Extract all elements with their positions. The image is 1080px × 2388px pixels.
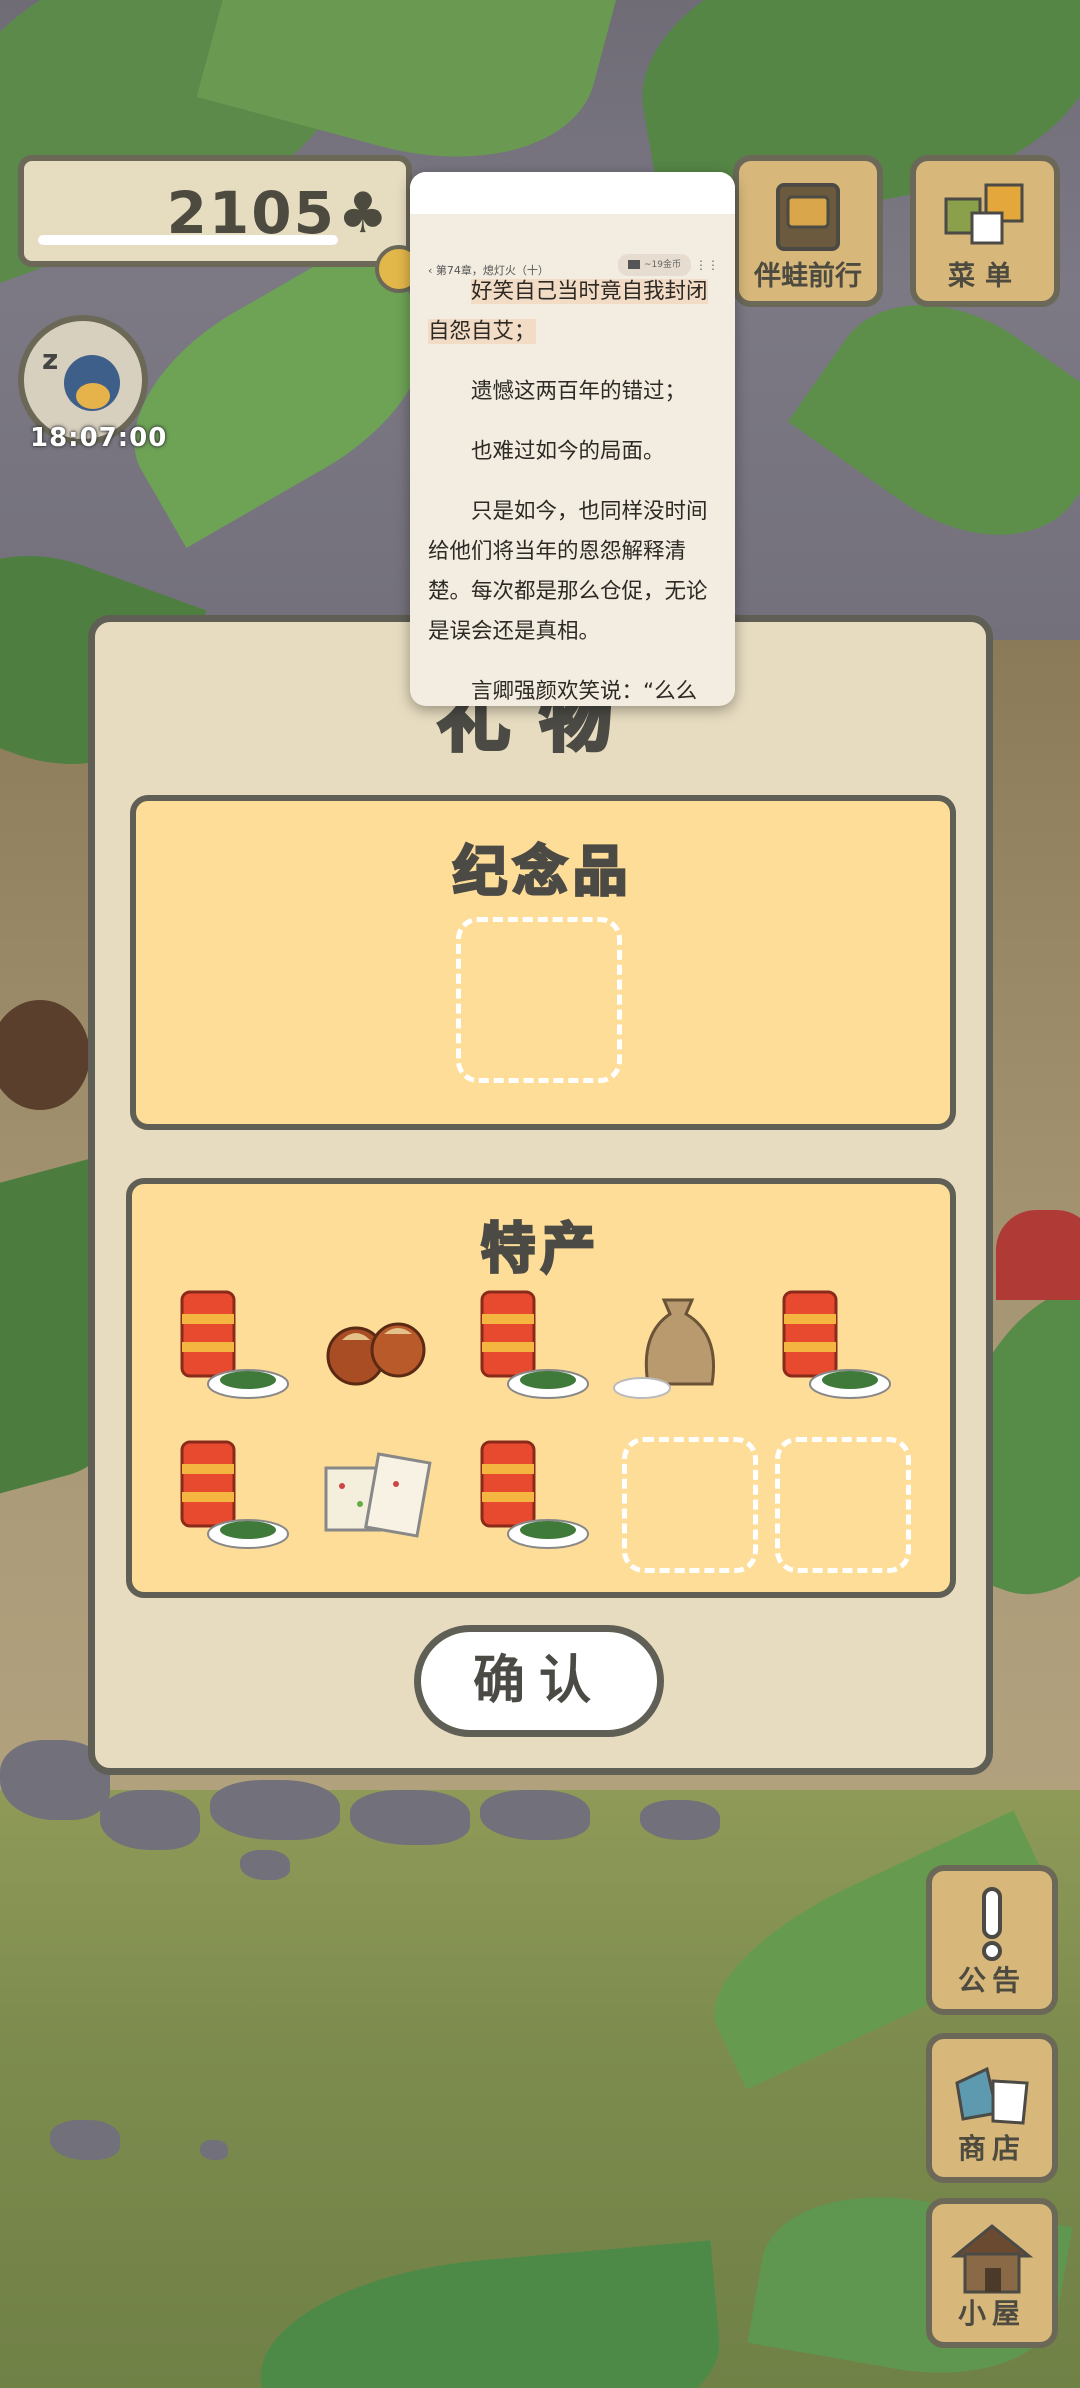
souvenir-slot[interactable]: [456, 917, 622, 1083]
reader-text: 好笑自己当时竟自我封闭自怨自艾； 遗憾这两百年的错过； 也难过如今的局面。 只是…: [428, 272, 721, 706]
specialty-item-lantern-and-greens[interactable]: [462, 1434, 592, 1564]
house-icon: [950, 2224, 1034, 2294]
coin-icon: [628, 260, 640, 269]
specialty-item-chestnuts[interactable]: [312, 1284, 442, 1414]
specialty-item-lantern-and-greens[interactable]: [162, 1284, 292, 1414]
rock: [200, 2140, 228, 2160]
clover-counter: 2105 ♣: [18, 155, 412, 267]
specialty-item-lantern-and-greens[interactable]: [764, 1284, 894, 1414]
house-label: 小屋: [957, 2297, 1026, 2330]
sleep-icon: z: [42, 343, 59, 376]
coin-text: ~19金币: [644, 260, 681, 270]
companion-button[interactable]: 伴蛙前行: [733, 155, 883, 307]
souvenir-section: 纪念品: [130, 795, 956, 1130]
paragraph: 只是如今，也同样没时间给他们将当年的恩怨解释清楚。每次都是那么仓促，无论是误会还…: [428, 499, 708, 644]
clover-icon: ♣: [337, 181, 388, 246]
floating-reader-window[interactable]: ‹ 第74章，熄灯火（十） ~19金币 ⋮⋮ 好笑自己当时竟自我封闭自怨自艾； …: [410, 172, 735, 706]
chestnuts-icon: [326, 1322, 426, 1386]
rock: [210, 1780, 340, 1840]
shop-label: 商店: [957, 2132, 1026, 2165]
specialty-item-lantern-and-greens[interactable]: [162, 1434, 292, 1564]
journal-icon: [776, 183, 840, 251]
rock: [240, 1850, 290, 1880]
rock: [100, 1790, 200, 1850]
specialty-section: 特产: [126, 1178, 956, 1598]
lantern-and-greens-icon: [180, 1290, 289, 1399]
grid-icon[interactable]: ⋮⋮: [695, 258, 719, 272]
highlighted-text: 好笑自己当时竟自我封闭自怨自艾；: [428, 279, 708, 344]
menu-label: 菜单: [948, 261, 1022, 292]
paragraph: 遗憾这两百年的错过；: [471, 379, 687, 404]
clover-bar: [38, 235, 338, 245]
specialty-item-lantern-and-greens[interactable]: [462, 1284, 592, 1414]
paragraph: 言卿强颜欢笑说：“么么: [471, 679, 698, 704]
bird-belly: [76, 383, 110, 409]
specialty-item-rice-cake[interactable]: [312, 1434, 442, 1564]
confirm-button[interactable]: 确认: [414, 1625, 664, 1737]
specialty-slot-empty[interactable]: [622, 1437, 758, 1573]
notice-label: 公告: [957, 1964, 1026, 1997]
reader-top-bar[interactable]: [410, 172, 735, 214]
exclamation-icon: [982, 1887, 1002, 1961]
shop-bag-icon: [955, 2066, 1029, 2125]
rock: [640, 1800, 720, 1840]
rock: [480, 1790, 590, 1840]
mailbox: [996, 1210, 1080, 1300]
specialty-slot-empty[interactable]: [775, 1437, 911, 1573]
souvenir-title: 纪念品: [452, 839, 633, 905]
notice-button[interactable]: 公告: [926, 1865, 1058, 2015]
specialty-title: 特产: [480, 1216, 601, 1282]
menu-button[interactable]: 菜单: [910, 155, 1060, 307]
rock: [350, 1790, 470, 1845]
specialty-item-rice-sack[interactable]: [612, 1284, 742, 1414]
menu-icon: [944, 183, 1024, 245]
paragraph: 也难过如今的局面。: [471, 439, 665, 464]
shop-button[interactable]: 商店: [926, 2033, 1058, 2183]
lantern-and-greens-icon: [480, 1440, 589, 1549]
lantern-and-greens-icon: [782, 1290, 891, 1399]
timer: 18:07:00: [30, 423, 168, 453]
rice-cake-icon: [324, 1452, 432, 1538]
paragraph: 好笑自己当时竟自我封闭自怨自艾；: [428, 272, 721, 352]
house-button[interactable]: 小屋: [926, 2198, 1058, 2348]
companion-label: 伴蛙前行: [754, 261, 862, 292]
lantern-and-greens-icon: [480, 1290, 589, 1399]
lantern-and-greens-icon: [180, 1440, 289, 1549]
rice-sack-icon: [613, 1298, 716, 1399]
rock: [50, 2120, 120, 2160]
